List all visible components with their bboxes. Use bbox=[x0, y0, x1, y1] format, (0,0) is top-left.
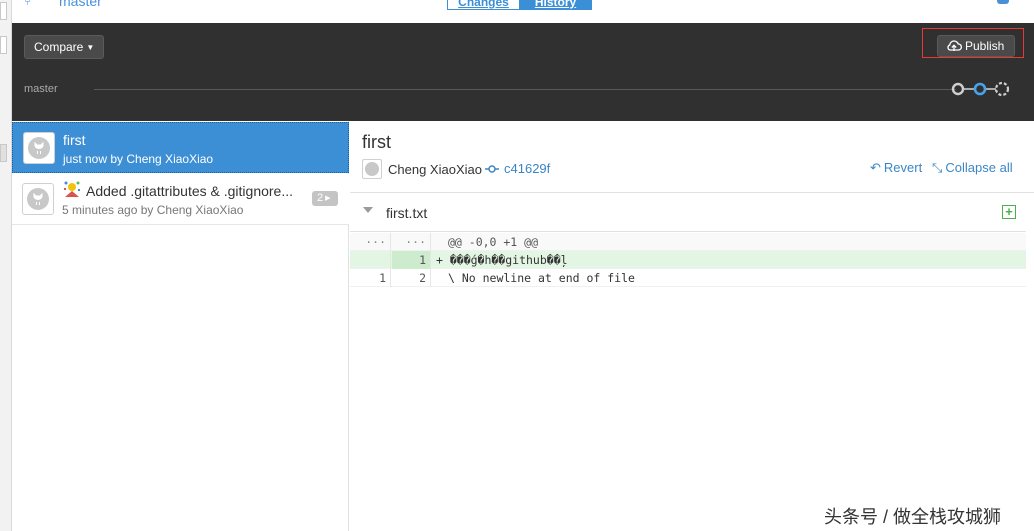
collapse-label: Collapse all bbox=[945, 160, 1013, 175]
commit-detail-title: first bbox=[362, 132, 391, 152]
commit-author: Cheng XiaoXiao bbox=[388, 162, 482, 177]
compare-button[interactable]: Compare ▼ bbox=[24, 35, 104, 59]
diff-line-text: + ���ǵ�һ��github��ļ bbox=[436, 253, 568, 267]
publish-button[interactable]: Publish bbox=[937, 35, 1015, 57]
author-avatar bbox=[362, 159, 382, 179]
diff-hunk-header: ··· ··· @@ -0,0 +1 @@ bbox=[350, 233, 1026, 251]
commit-title: first bbox=[63, 132, 86, 148]
left-gutter bbox=[0, 0, 12, 531]
octocat-icon bbox=[34, 141, 44, 154]
commit-detail: first Cheng XiaoXiao c41629f ↶ Revert ⤡ Co… bbox=[350, 121, 1034, 531]
chevron-down-icon[interactable] bbox=[363, 207, 373, 213]
collapse-icon: ⤡ bbox=[932, 160, 943, 175]
old-line-number: 1 bbox=[379, 271, 386, 285]
timeline-branch-label: master bbox=[24, 83, 58, 95]
collapse-all-button[interactable]: ⤡ Collapse all bbox=[932, 160, 1013, 176]
revert-icon: ↶ bbox=[870, 160, 881, 175]
commit-meta: 5 minutes ago by Cheng XiaoXiao bbox=[62, 203, 244, 217]
revert-button[interactable]: ↶ Revert bbox=[870, 160, 922, 176]
revert-label: Revert bbox=[883, 160, 923, 175]
commit-meta: just now by Cheng XiaoXiao bbox=[63, 152, 214, 166]
commit-item-first[interactable]: first just now by Cheng XiaoXiao bbox=[12, 122, 349, 173]
cloud-upload-icon bbox=[947, 40, 962, 51]
octocat-icon bbox=[33, 192, 43, 205]
old-line-number: ··· bbox=[365, 235, 386, 249]
watermark-text: 头条号 / 做全栈攻城狮 bbox=[824, 507, 1002, 527]
commit-count-badge[interactable]: 2 ▶ bbox=[312, 191, 338, 206]
file-header[interactable]: first.txt + bbox=[350, 193, 1026, 232]
settings-icon[interactable] bbox=[997, 0, 1009, 4]
avatar bbox=[22, 183, 54, 215]
caret-right-icon: ▶ bbox=[325, 195, 331, 202]
publish-label: Publish bbox=[965, 39, 1005, 53]
commit-item-gitattributes[interactable]: Added .gitattributes & .gitignore... 5 m… bbox=[12, 174, 349, 225]
tab-history[interactable]: History bbox=[519, 0, 592, 10]
commit-icon bbox=[485, 165, 499, 173]
branch-icon: ⑂ bbox=[24, 0, 32, 8]
diff-line-text: \ No newline at end of file bbox=[448, 271, 635, 285]
top-bar: ⑂ master Changes History bbox=[12, 0, 1034, 23]
timeline-commit-nodes[interactable] bbox=[950, 80, 1012, 98]
gutter-marker bbox=[0, 2, 7, 20]
tab-changes[interactable]: Changes bbox=[447, 0, 520, 10]
party-emoji-icon bbox=[64, 181, 80, 197]
badge-count: 2 bbox=[317, 192, 324, 204]
diff-line-text: @@ -0,0 +1 @@ bbox=[448, 235, 539, 249]
new-line-number: ··· bbox=[405, 235, 426, 249]
history-toolbar: Compare ▼ Publish master bbox=[12, 23, 1034, 121]
github-desktop-window: ⑂ master Changes History Compare ▼ Publis… bbox=[0, 0, 1034, 531]
diff-view: ··· ··· @@ -0,0 +1 @@ 1 + ���ǵ�һ��github… bbox=[350, 233, 1026, 287]
new-line-number: 1 bbox=[392, 251, 430, 269]
file-added-icon: + bbox=[1002, 205, 1016, 219]
caret-down-icon: ▼ bbox=[86, 43, 95, 52]
commit-title: Added .gitattributes & .gitignore... bbox=[86, 183, 294, 199]
new-line-number: 2 bbox=[419, 271, 426, 285]
diff-line-added: 1 + ���ǵ�һ��github��ļ bbox=[350, 251, 1026, 269]
timeline-track bbox=[94, 89, 956, 90]
avatar bbox=[23, 132, 55, 164]
current-branch[interactable]: master bbox=[59, 0, 102, 9]
gutter-marker bbox=[0, 144, 7, 162]
compare-label: Compare bbox=[34, 40, 84, 54]
gutter-marker bbox=[0, 36, 7, 54]
diff-line-context: 1 2 \ No newline at end of file bbox=[350, 269, 1026, 287]
commit-sha-link[interactable]: c41629f bbox=[504, 161, 550, 176]
file-name: first.txt bbox=[386, 205, 428, 221]
commit-list: first just now by Cheng XiaoXiao Added .… bbox=[12, 121, 349, 531]
